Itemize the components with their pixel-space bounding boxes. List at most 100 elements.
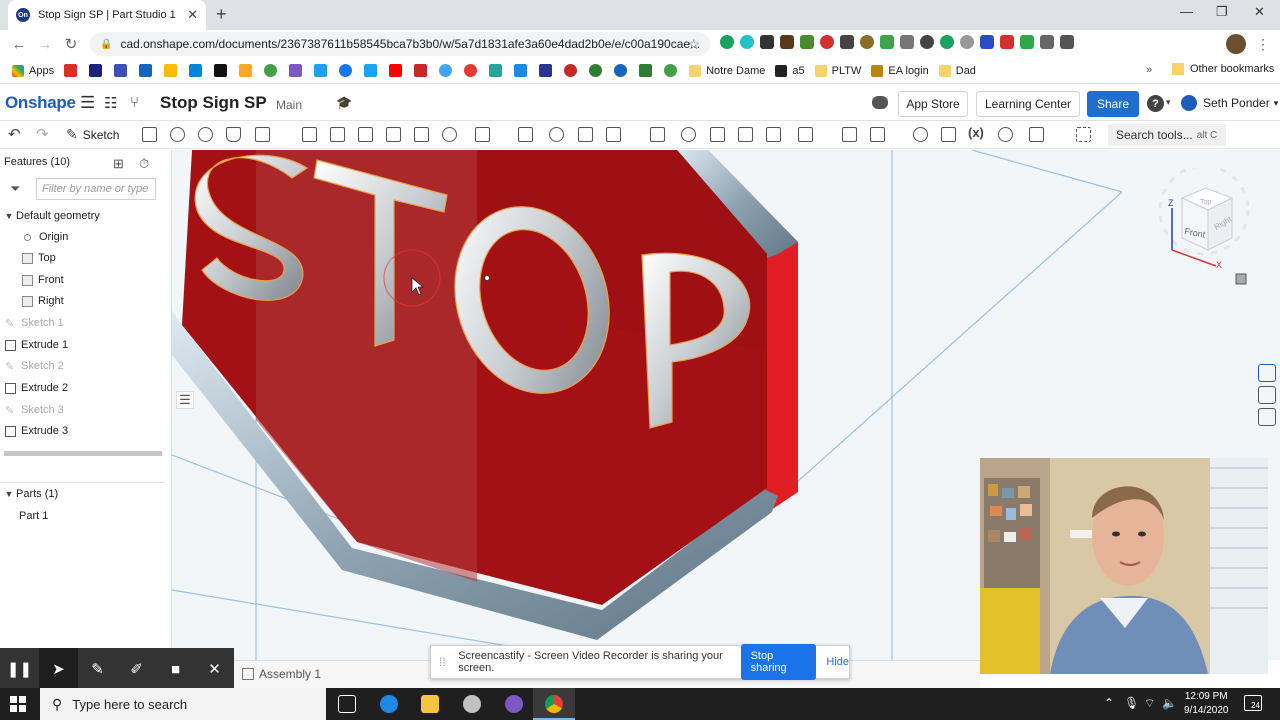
adblock-icon[interactable]: [820, 35, 834, 49]
back-icon[interactable]: ←: [6, 36, 32, 53]
extension-icon[interactable]: [960, 35, 974, 49]
chrome-menu-icon[interactable]: ⋮: [1256, 36, 1270, 53]
pause-icon[interactable]: ❚❚: [0, 648, 39, 690]
file-explorer-icon[interactable]: [421, 695, 439, 713]
extension-icon[interactable]: [880, 35, 894, 49]
bookmark-icon[interactable]: [464, 64, 478, 77]
facebook-icon[interactable]: [339, 64, 353, 77]
cursor-icon[interactable]: ➤: [39, 648, 78, 690]
extension-icon[interactable]: [800, 35, 814, 49]
pen-icon[interactable]: ✎: [78, 648, 117, 690]
origin-node[interactable]: Origin: [24, 227, 68, 247]
close-icon[interactable]: ✕: [195, 648, 234, 690]
mate-connector-icon[interactable]: [842, 127, 857, 142]
taskbar-search[interactable]: ⚲ Type here to search: [40, 688, 326, 720]
grammarly-icon[interactable]: [720, 35, 734, 49]
youtube-icon[interactable]: [389, 64, 403, 77]
reload-icon[interactable]: ↻: [58, 35, 84, 53]
rib-icon[interactable]: [386, 127, 401, 142]
mirror-icon[interactable]: [518, 127, 533, 142]
webcam-icon[interactable]: ■: [156, 648, 195, 690]
variable-icon[interactable]: (x): [968, 125, 984, 140]
window-close-icon[interactable]: ✕: [1254, 4, 1265, 20]
extension-icon[interactable]: [1000, 35, 1014, 49]
properties-icon[interactable]: [1258, 386, 1276, 404]
bookmark-icon[interactable]: [414, 64, 428, 77]
edge-icon[interactable]: [380, 695, 398, 713]
twitter-icon[interactable]: [364, 64, 378, 77]
notifications-icon[interactable]: 24: [1244, 695, 1262, 711]
bookmark-icon[interactable]: [89, 64, 103, 77]
extension-icon[interactable]: [900, 35, 914, 49]
thicken-icon[interactable]: [255, 127, 270, 142]
extension-icon[interactable]: [760, 35, 774, 49]
bookmark-icon[interactable]: [264, 64, 278, 77]
bookmark-icon[interactable]: [289, 64, 303, 77]
tab-assembly-1[interactable]: Assembly 1: [242, 667, 321, 681]
rollback-bar[interactable]: [4, 451, 162, 456]
search-tools-input[interactable]: Search tools... alt C: [1108, 124, 1226, 146]
drive-icon[interactable]: [164, 64, 178, 77]
feature-extrude-1[interactable]: Extrude 1: [5, 335, 68, 355]
menu-icon[interactable]: ☰: [80, 93, 95, 113]
chevron-down-icon[interactable]: ▾: [1166, 97, 1171, 108]
new-tab-button[interactable]: +: [216, 4, 227, 25]
default-geometry-node[interactable]: ▼ Default geometry: [2, 206, 100, 226]
stop-sharing-button[interactable]: Stop sharing: [740, 644, 817, 680]
bookmark-icon[interactable]: [189, 64, 203, 77]
task-view-icon[interactable]: [338, 695, 356, 713]
transform-icon[interactable]: [606, 127, 621, 142]
bookmark-icon[interactable]: [239, 64, 253, 77]
list-icon[interactable]: ☰: [176, 391, 194, 409]
fillet-icon[interactable]: [302, 127, 317, 142]
puzzle-icon[interactable]: [1060, 35, 1074, 49]
extension-icon[interactable]: [1040, 35, 1054, 49]
browser-tab[interactable]: On Stop Sign SP | Part Studio 1 ✕: [8, 0, 206, 30]
taskbar-chrome-active[interactable]: [533, 688, 575, 720]
feature-sketch-3[interactable]: ✎ Sketch 3: [5, 400, 64, 420]
branch-label[interactable]: Main: [276, 98, 302, 112]
boolean-icon[interactable]: [549, 127, 564, 142]
help-icon[interactable]: ?: [1147, 95, 1164, 112]
bookmark-icon[interactable]: [114, 64, 128, 77]
frame-icon[interactable]: [1029, 127, 1044, 142]
redo-icon[interactable]: ↷: [36, 125, 49, 143]
extrude-icon[interactable]: [142, 127, 157, 142]
split-icon[interactable]: [578, 127, 593, 142]
app-store-button[interactable]: App Store: [898, 91, 968, 117]
modify-fillet-icon[interactable]: [681, 127, 696, 142]
view-cube[interactable]: Top Front Right Z X: [1150, 164, 1260, 293]
extension-icon[interactable]: [1020, 35, 1034, 49]
feature-sketch-1[interactable]: ✎ Sketch 1: [5, 313, 64, 333]
bookmark-icon[interactable]: [664, 64, 678, 77]
bookmarks-overflow-button[interactable]: »: [1146, 64, 1152, 76]
move-face-icon[interactable]: [710, 127, 725, 142]
versions-icon[interactable]: ⑂: [130, 94, 139, 111]
part-1-node[interactable]: Part 1: [19, 506, 48, 526]
learning-cap-icon[interactable]: 🎓: [336, 95, 352, 111]
add-folder-icon[interactable]: ⊞: [113, 156, 124, 172]
feature-sketch-2[interactable]: ✎ Sketch 2: [5, 356, 64, 376]
twitter-icon[interactable]: [314, 64, 328, 77]
profile-avatar[interactable]: [1226, 34, 1246, 54]
plane-top-node[interactable]: Top: [22, 248, 56, 268]
offset-surface-icon[interactable]: [766, 127, 781, 142]
hide-button[interactable]: Hide: [826, 656, 849, 668]
url-bar[interactable]: 🔒 cad.onshape.com/documents/2367387611b5…: [90, 32, 710, 56]
bookmark-icon[interactable]: [614, 64, 628, 77]
loft-icon[interactable]: [226, 127, 241, 142]
bookmark-icon[interactable]: [539, 64, 553, 77]
extension-icon[interactable]: [840, 35, 854, 49]
taskbar-clock[interactable]: 12:09 PM 9/14/2020: [1184, 690, 1229, 718]
close-tab-icon[interactable]: ✕: [187, 7, 198, 23]
document-title[interactable]: Stop Sign SP: [160, 93, 267, 113]
sweep-icon[interactable]: [198, 127, 213, 142]
custom-feature-icon[interactable]: [1076, 127, 1091, 142]
extension-icon[interactable]: [780, 35, 794, 49]
minimize-icon[interactable]: —: [1180, 4, 1193, 19]
bookmark-icon[interactable]: [514, 64, 528, 77]
app-icon[interactable]: [505, 695, 523, 713]
plane-right-node[interactable]: Right: [22, 291, 64, 311]
bookmark-icon[interactable]: [564, 64, 578, 77]
calendar-icon[interactable]: [139, 64, 153, 77]
